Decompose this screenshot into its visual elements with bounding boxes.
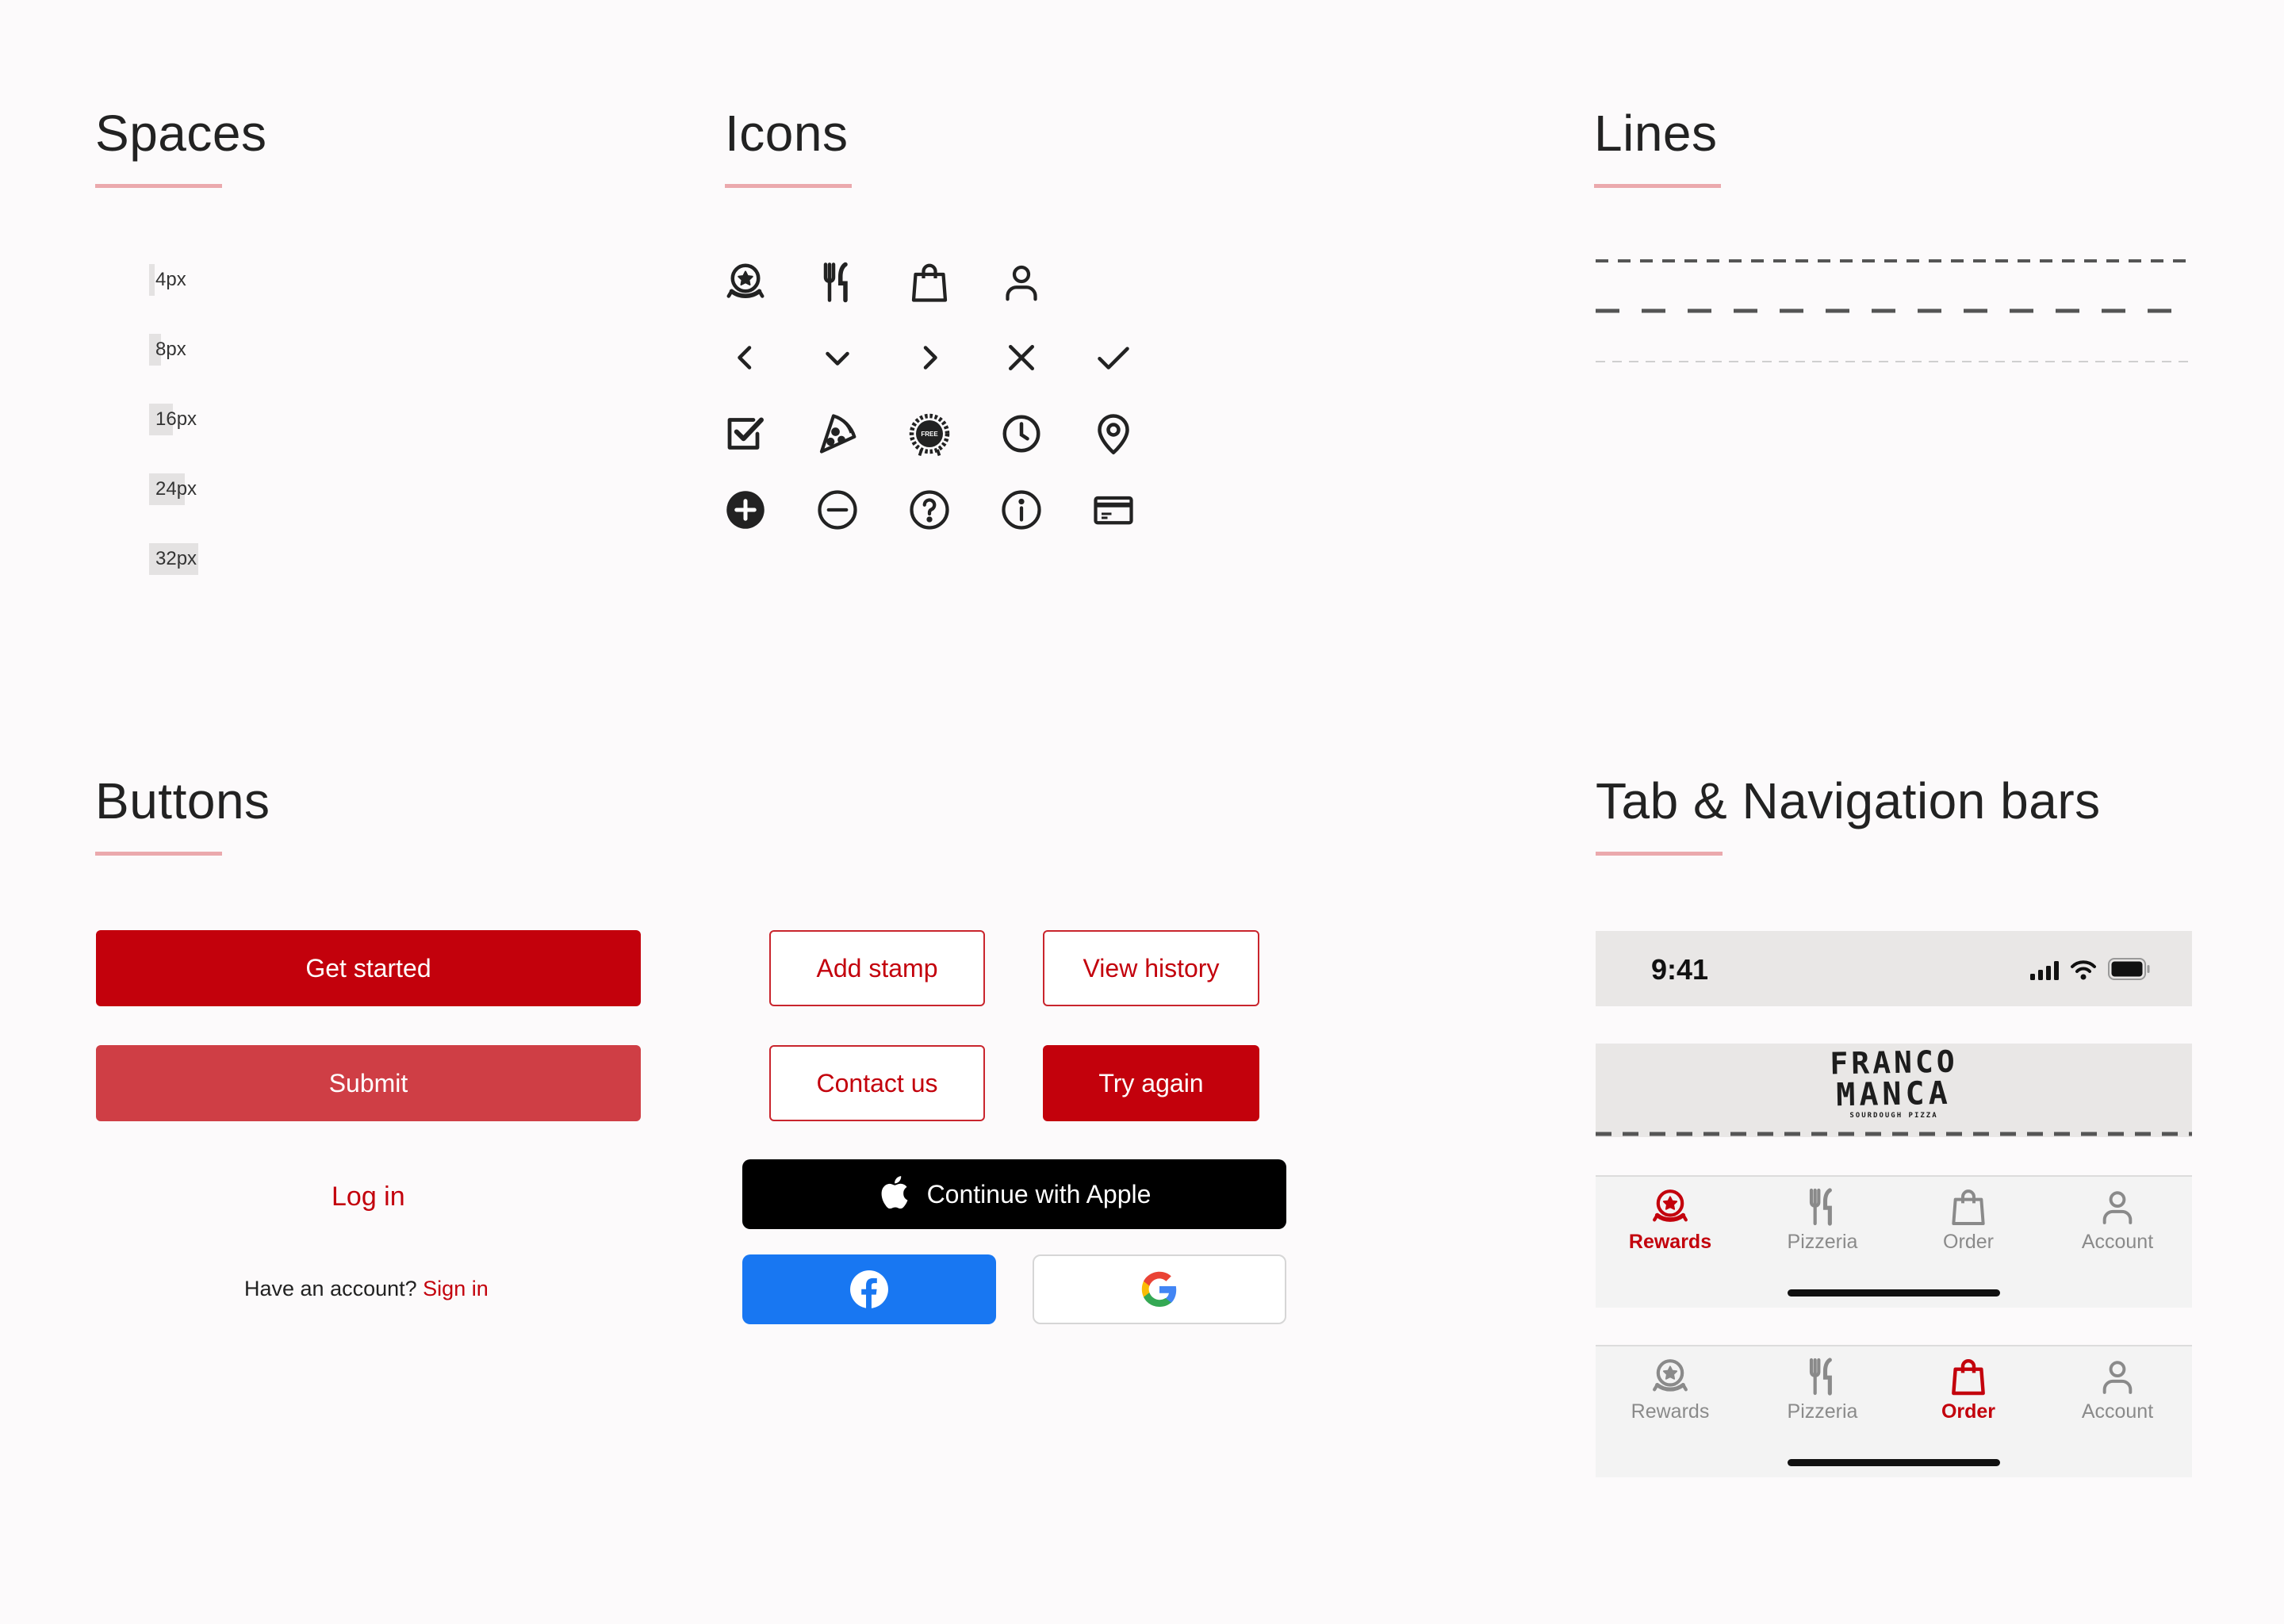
status-time: 9:41 [1651,953,1709,986]
tab-label: Account [2081,1231,2154,1253]
facebook-logo-icon [850,1270,888,1308]
continue-with-apple-button[interactable]: Continue with Apple [742,1159,1286,1229]
google-login-button[interactable] [1033,1254,1286,1324]
space-swatch [149,264,155,296]
tab-label: Pizzeria [1787,1231,1858,1253]
rewards-icon [722,259,769,306]
have-account-text: Have an account? [244,1277,417,1300]
pizza-slice-icon [814,410,861,458]
cutlery-icon [814,259,861,306]
continue-with-apple-label: Continue with Apple [926,1179,1152,1208]
chevron-right-icon [906,334,953,381]
brand-header-bar: FRANCO MANCA SOURDOUGH PIZZA [1596,1044,2192,1137]
view-history-button[interactable]: View history [1043,930,1259,1006]
wifi-icon [2071,960,2096,980]
shopping-bag-icon [906,259,953,306]
brand-bar-dashed-divider [1596,1132,2192,1136]
plus-circle-icon [722,486,769,534]
close-icon [998,334,1045,381]
franco-manca-logo: FRANCO MANCA SOURDOUGH PIZZA [1596,1044,2192,1121]
sign-in-link[interactable]: Sign in [423,1277,489,1300]
cutlery-icon [1809,1358,1832,1396]
user-icon [998,259,1045,306]
user-icon [2102,1191,2133,1224]
section-title-icons: Icons [725,105,849,162]
section-underline [725,184,852,188]
get-started-button[interactable]: Get started [96,930,641,1006]
free-badge-text: FREE [921,431,938,438]
signal-icon [2030,961,2059,980]
space-label: 16px [155,408,197,430]
tab-label: Order [1943,1231,1994,1253]
sign-in-prompt: Have an account? Sign in [244,1277,489,1301]
facebook-login-button[interactable] [742,1254,996,1324]
rewards-icon [1653,1359,1688,1392]
space-label: 4px [155,269,186,290]
space-label: 8px [155,339,186,360]
apple-logo-icon [881,1176,908,1209]
dashed-line-regular [1596,259,2192,262]
tab-label: Rewards [1631,1400,1710,1423]
space-label: 32px [155,548,197,569]
home-indicator [1788,1289,2000,1297]
tab-bar-rewards-active: Rewards Pizzeria Order Account [1596,1175,2192,1308]
section-underline [1594,184,1721,188]
submit-button[interactable]: Submit [96,1045,641,1121]
google-logo-icon [1141,1271,1177,1307]
dashed-line-light [1596,361,2192,362]
rewards-icon [1653,1189,1688,1222]
clock-icon [998,410,1045,458]
free-badge-icon: FREE [906,410,953,458]
dashed-line-long [1596,308,2192,313]
section-underline [1596,852,1723,856]
tab-account[interactable]: Account [2043,1354,2192,1423]
section-title-buttons: Buttons [95,772,270,829]
section-title-spaces: Spaces [95,105,267,162]
chevron-left-icon [722,334,769,381]
tab-order[interactable]: Order [1894,1185,2043,1254]
tab-pizzeria[interactable]: Pizzeria [1748,1185,1897,1254]
contact-us-button[interactable]: Contact us [769,1045,985,1121]
location-pin-icon [1090,410,1137,458]
space-label: 24px [155,478,197,500]
status-bar: 9:41 [1596,931,2192,1006]
section-underline [95,184,222,188]
chevron-down-icon [814,334,861,381]
tab-bar-order-active: Rewards Pizzeria Order Account [1596,1345,2192,1477]
shopping-bag-icon [1952,1358,1985,1396]
question-circle-icon [906,486,953,534]
section-title-tab-nav: Tab & Navigation bars [1596,772,2101,829]
credit-card-icon [1090,486,1137,534]
tab-pizzeria[interactable]: Pizzeria [1748,1354,1897,1423]
try-again-button[interactable]: Try again [1043,1045,1259,1121]
battery-icon [2108,958,2150,980]
section-underline [95,852,222,856]
tab-rewards[interactable]: Rewards [1596,1185,1745,1254]
tab-label: Account [2081,1400,2154,1423]
user-icon [2102,1361,2133,1394]
tab-label: Rewards [1628,1231,1712,1253]
tab-rewards[interactable]: Rewards [1596,1354,1745,1423]
tab-order[interactable]: Order [1894,1354,2043,1423]
tab-label: Order [1941,1400,1996,1423]
shopping-bag-icon [1952,1189,1985,1225]
info-circle-icon [998,486,1045,534]
section-title-lines: Lines [1594,105,1718,162]
tab-label: Pizzeria [1787,1400,1858,1423]
add-stamp-button[interactable]: Add stamp [769,930,985,1006]
tab-account[interactable]: Account [2043,1185,2192,1254]
log-in-link[interactable]: Log in [331,1182,405,1212]
checkbox-checked-icon [722,410,769,458]
home-indicator [1788,1459,2000,1466]
check-icon [1090,334,1137,381]
minus-circle-icon [814,486,861,534]
cutlery-icon [1809,1188,1832,1226]
